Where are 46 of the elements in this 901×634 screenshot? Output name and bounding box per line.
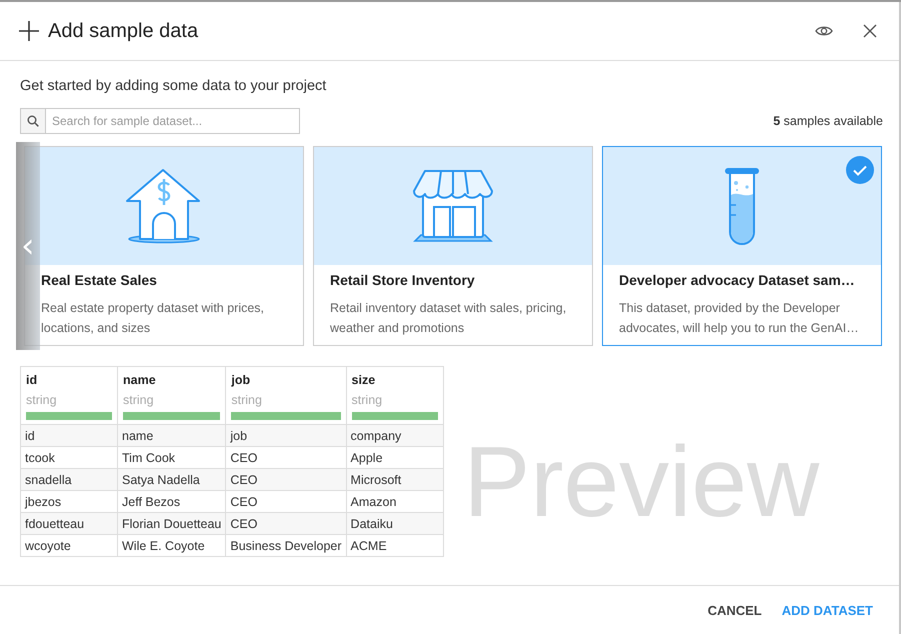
table-cell: Florian Douetteau [118,512,226,534]
test-tube-icon [724,167,760,245]
sample-title: Developer advocacy Dataset sam… [619,272,856,288]
table-cell: snadella [20,468,118,490]
eye-icon [815,25,833,37]
table-cell: Wile E. Coyote [118,534,226,556]
column-name: size [352,373,376,387]
check-badge-icon [846,156,874,184]
column-type: string [231,393,263,407]
sample-title: Real Estate Sales [41,272,158,288]
column-name: name [123,373,157,387]
table-cell: fdouetteau [20,512,118,534]
dialog-title: Add sample data [48,20,198,42]
search-button[interactable] [20,108,46,134]
column-type: string [123,393,155,407]
store-icon [413,169,493,243]
sample-description: Retail inventory dataset with sales, pricing, weather and promotions [330,300,568,337]
house-dollar-icon [125,168,203,244]
close-icon [863,24,877,38]
table-cell: CEO [226,512,346,534]
column-name: id [26,373,38,387]
intro-text: Get started by adding some data to your project [20,78,328,94]
table-cell: Microsoft [346,468,444,490]
table-cell: CEO [226,468,346,490]
table-cell: company [346,424,444,446]
search-field[interactable]: Search for sample dataset... [46,108,300,134]
sample-title: Retail Store Inventory [330,272,476,288]
table-cell: name [118,424,226,446]
samples-count: 5 samples available [773,114,883,128]
table-cell: Dataiku [346,512,444,534]
cancel-button[interactable]: CANCEL [704,596,766,624]
table-cell: Satya Nadella [118,468,226,490]
search-icon [27,115,39,127]
column-name: job [231,373,252,387]
column-type: string [352,393,384,407]
sample-card[interactable]: Retail Store Inventory Retail inventory dataset with sales, pricing, weather and promotions [313,146,593,346]
sample-description: This dataset, provided by the Developer advocates, will help you to run the GenAI… [619,300,860,337]
table-cell: wcoyote [20,534,118,556]
column-type: string [26,393,58,407]
table-cell: id [20,424,118,446]
plus-icon [18,20,40,42]
sample-description: Real estate property dataset with prices, locations, and sizes [41,300,266,337]
table-cell: Business Developer [226,534,346,556]
sample-card[interactable]: Developer advocacy Dataset sam… This dataset, provided by the Developer advocates, will help you to run the GenAI… [602,146,882,346]
table-cell: job [226,424,346,446]
table-cell: ACME [346,534,444,556]
